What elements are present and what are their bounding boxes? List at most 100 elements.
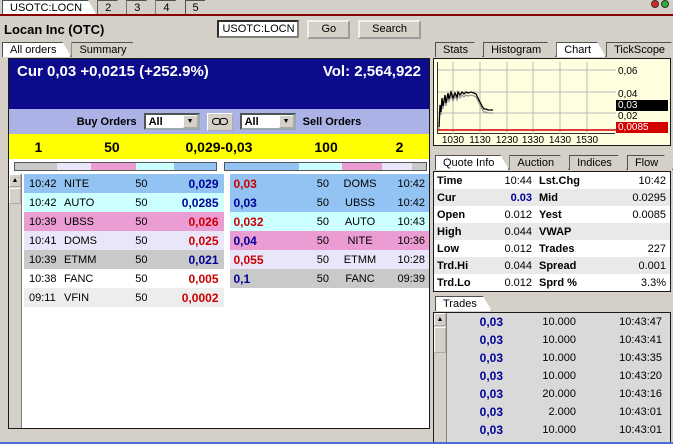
depth-segment-cyan — [299, 163, 341, 170]
table-row[interactable]: 10:38FANC500,005 — [24, 269, 224, 288]
table-row[interactable]: 0,05550ETMM10:28 — [230, 250, 430, 269]
market-maker: UBSS — [335, 197, 385, 209]
top-tab-5[interactable]: 5 — [185, 0, 214, 14]
top-tab-2[interactable]: 2 — [97, 0, 126, 14]
trades-panel: ▲ 0,0310.00010:43:470,0310.00010:43:410,… — [433, 312, 671, 444]
quote-row: Trd.Hi0.044Spread0.001 — [434, 257, 670, 274]
trade-row[interactable]: 0,0310.00010:43:20 — [447, 367, 670, 385]
chevron-down-icon[interactable]: ▼ — [279, 115, 294, 128]
tab-indices[interactable]: Indices — [569, 155, 627, 170]
link-filters-button[interactable] — [207, 113, 233, 131]
sell-filter-select[interactable]: All ▼ — [240, 113, 296, 130]
table-row[interactable]: 0,0350DOMS10:42 — [230, 174, 430, 193]
volume-text: Vol: 2,564,922 — [323, 63, 421, 80]
orderbook-column: All ordersSummary Cur 0,03 +0,0215 (+252… — [0, 42, 430, 430]
y-axis-label: 0,0085 — [616, 122, 668, 133]
market-maker: VFIN — [64, 292, 116, 304]
order-size: 50 — [116, 216, 162, 228]
trade-row[interactable]: 0,0320.00010:43:16 — [447, 385, 670, 403]
search-button[interactable]: Search — [358, 20, 421, 39]
order-time: 10:38 — [24, 273, 64, 285]
quote-label: Time — [434, 175, 480, 187]
table-row[interactable]: 10:42NITE500,029 — [24, 174, 224, 193]
best-bid-offer-bar: 1 50 0,029-0,03 100 2 — [9, 134, 429, 159]
green-status-dot[interactable] — [661, 0, 669, 8]
trade-price: 0,03 — [447, 423, 503, 437]
buy-orders-table: 10:42NITE500,02910:42AUTO500,028510:39UB… — [24, 174, 224, 428]
trades-tab-strip: Trades — [433, 296, 671, 312]
tab-auction[interactable]: Auction — [509, 155, 569, 170]
tab-histogram[interactable]: Histogram — [483, 42, 556, 57]
order-price: 0,026 — [162, 215, 224, 229]
top-tab-3[interactable]: 3 — [126, 0, 155, 14]
chain-link-icon — [212, 117, 228, 126]
buy-filter-select[interactable]: All ▼ — [144, 113, 200, 130]
depth-segment-blue — [225, 163, 299, 170]
go-button[interactable]: Go — [307, 20, 350, 39]
quote-row: Trd.Lo0.012Sprd %3.3% — [434, 274, 670, 291]
quote-label: High — [434, 226, 480, 238]
depth-segment-lavender — [382, 163, 412, 170]
quote-label: Trades — [536, 243, 594, 255]
table-row[interactable]: 0,150FANC09:39 — [230, 269, 430, 288]
order-size: 50 — [116, 197, 162, 209]
current-price-text: Cur 0,03 +0,0215 (+252.9%) — [17, 63, 209, 80]
table-row[interactable]: 10:39UBSS500,026 — [24, 212, 224, 231]
buy-depth-bar — [14, 162, 217, 171]
table-row[interactable]: 0,0350UBSS10:42 — [230, 193, 430, 212]
order-size: 50 — [288, 254, 336, 266]
x-axis-label: 1130 — [465, 135, 495, 146]
tab-trades[interactable]: Trades — [435, 296, 492, 311]
trade-price: 0,03 — [447, 351, 503, 365]
trade-size: 10.000 — [503, 352, 604, 364]
quote-label: Mid — [536, 192, 594, 204]
scrollbar-thumb[interactable] — [434, 327, 446, 353]
depth-segment-gray — [412, 163, 426, 170]
tab-quote-info[interactable]: Quote Info — [435, 155, 509, 170]
trade-row[interactable]: 0,0310.00010:43:47 — [447, 313, 670, 331]
trade-row[interactable]: 0,0310.00010:43:01 — [447, 421, 670, 439]
trade-row[interactable]: 0,0310.00010:43:41 — [447, 331, 670, 349]
quote-value: 0.044 — [480, 260, 536, 272]
trade-row[interactable]: 0,0310.00010:43:35 — [447, 349, 670, 367]
scroll-up-icon[interactable]: ▲ — [434, 313, 446, 326]
order-time: 09:39 — [385, 273, 429, 285]
order-filter-bar: Buy Orders All ▼ All ▼ — [9, 109, 429, 134]
symbol-input[interactable] — [217, 20, 299, 38]
trade-size: 10.000 — [503, 316, 604, 328]
table-row[interactable]: 0,03250AUTO10:43 — [230, 212, 430, 231]
tab-stats[interactable]: Stats — [435, 42, 483, 57]
tab-all-orders[interactable]: All orders — [2, 42, 71, 57]
order-time: 10:39 — [24, 254, 64, 266]
chevron-down-icon[interactable]: ▼ — [183, 115, 198, 128]
table-row[interactable]: 09:11VFIN500,0002 — [24, 288, 224, 307]
order-size: 50 — [116, 273, 162, 285]
quote-value: 10:42 — [594, 175, 670, 187]
trade-time: 10:43:01 — [604, 424, 670, 436]
tab-chart[interactable]: Chart — [556, 42, 606, 57]
orderbook-scrollbar[interactable]: ▲ — [9, 174, 22, 428]
trade-time: 10:43:20 — [604, 370, 670, 382]
quote-value: 0.012 — [480, 277, 536, 289]
tab-summary[interactable]: Summary — [71, 42, 141, 57]
table-row[interactable]: 0,0450NITE10:36 — [230, 231, 430, 250]
top-tab-4[interactable]: 4 — [155, 0, 184, 14]
market-maker: NITE — [64, 178, 116, 190]
table-row[interactable]: 10:39ETMM500,021 — [24, 250, 224, 269]
trade-row[interactable]: 0,032.00010:43:01 — [447, 403, 670, 421]
market-maker: ETMM — [64, 254, 116, 266]
table-row[interactable]: 10:41DOMS500,025 — [24, 231, 224, 250]
quote-label: Sprd % — [536, 277, 594, 289]
order-time: 09:11 — [24, 292, 64, 304]
trade-time: 10:43:16 — [604, 388, 670, 400]
red-status-dot[interactable] — [651, 0, 659, 8]
tab-flow[interactable]: Flow — [627, 155, 673, 170]
trades-scrollbar[interactable]: ▲ — [434, 313, 447, 444]
quote-label: Trd.Hi — [434, 260, 480, 272]
top-tab-usotc-locn[interactable]: USOTC:LOCN — [2, 0, 97, 14]
tab-tickscope[interactable]: TickScope — [606, 42, 673, 57]
scrollbar-thumb[interactable] — [9, 188, 21, 204]
scroll-up-icon[interactable]: ▲ — [9, 174, 21, 187]
table-row[interactable]: 10:42AUTO500,0285 — [24, 193, 224, 212]
sell-filter-value: All — [242, 116, 279, 128]
